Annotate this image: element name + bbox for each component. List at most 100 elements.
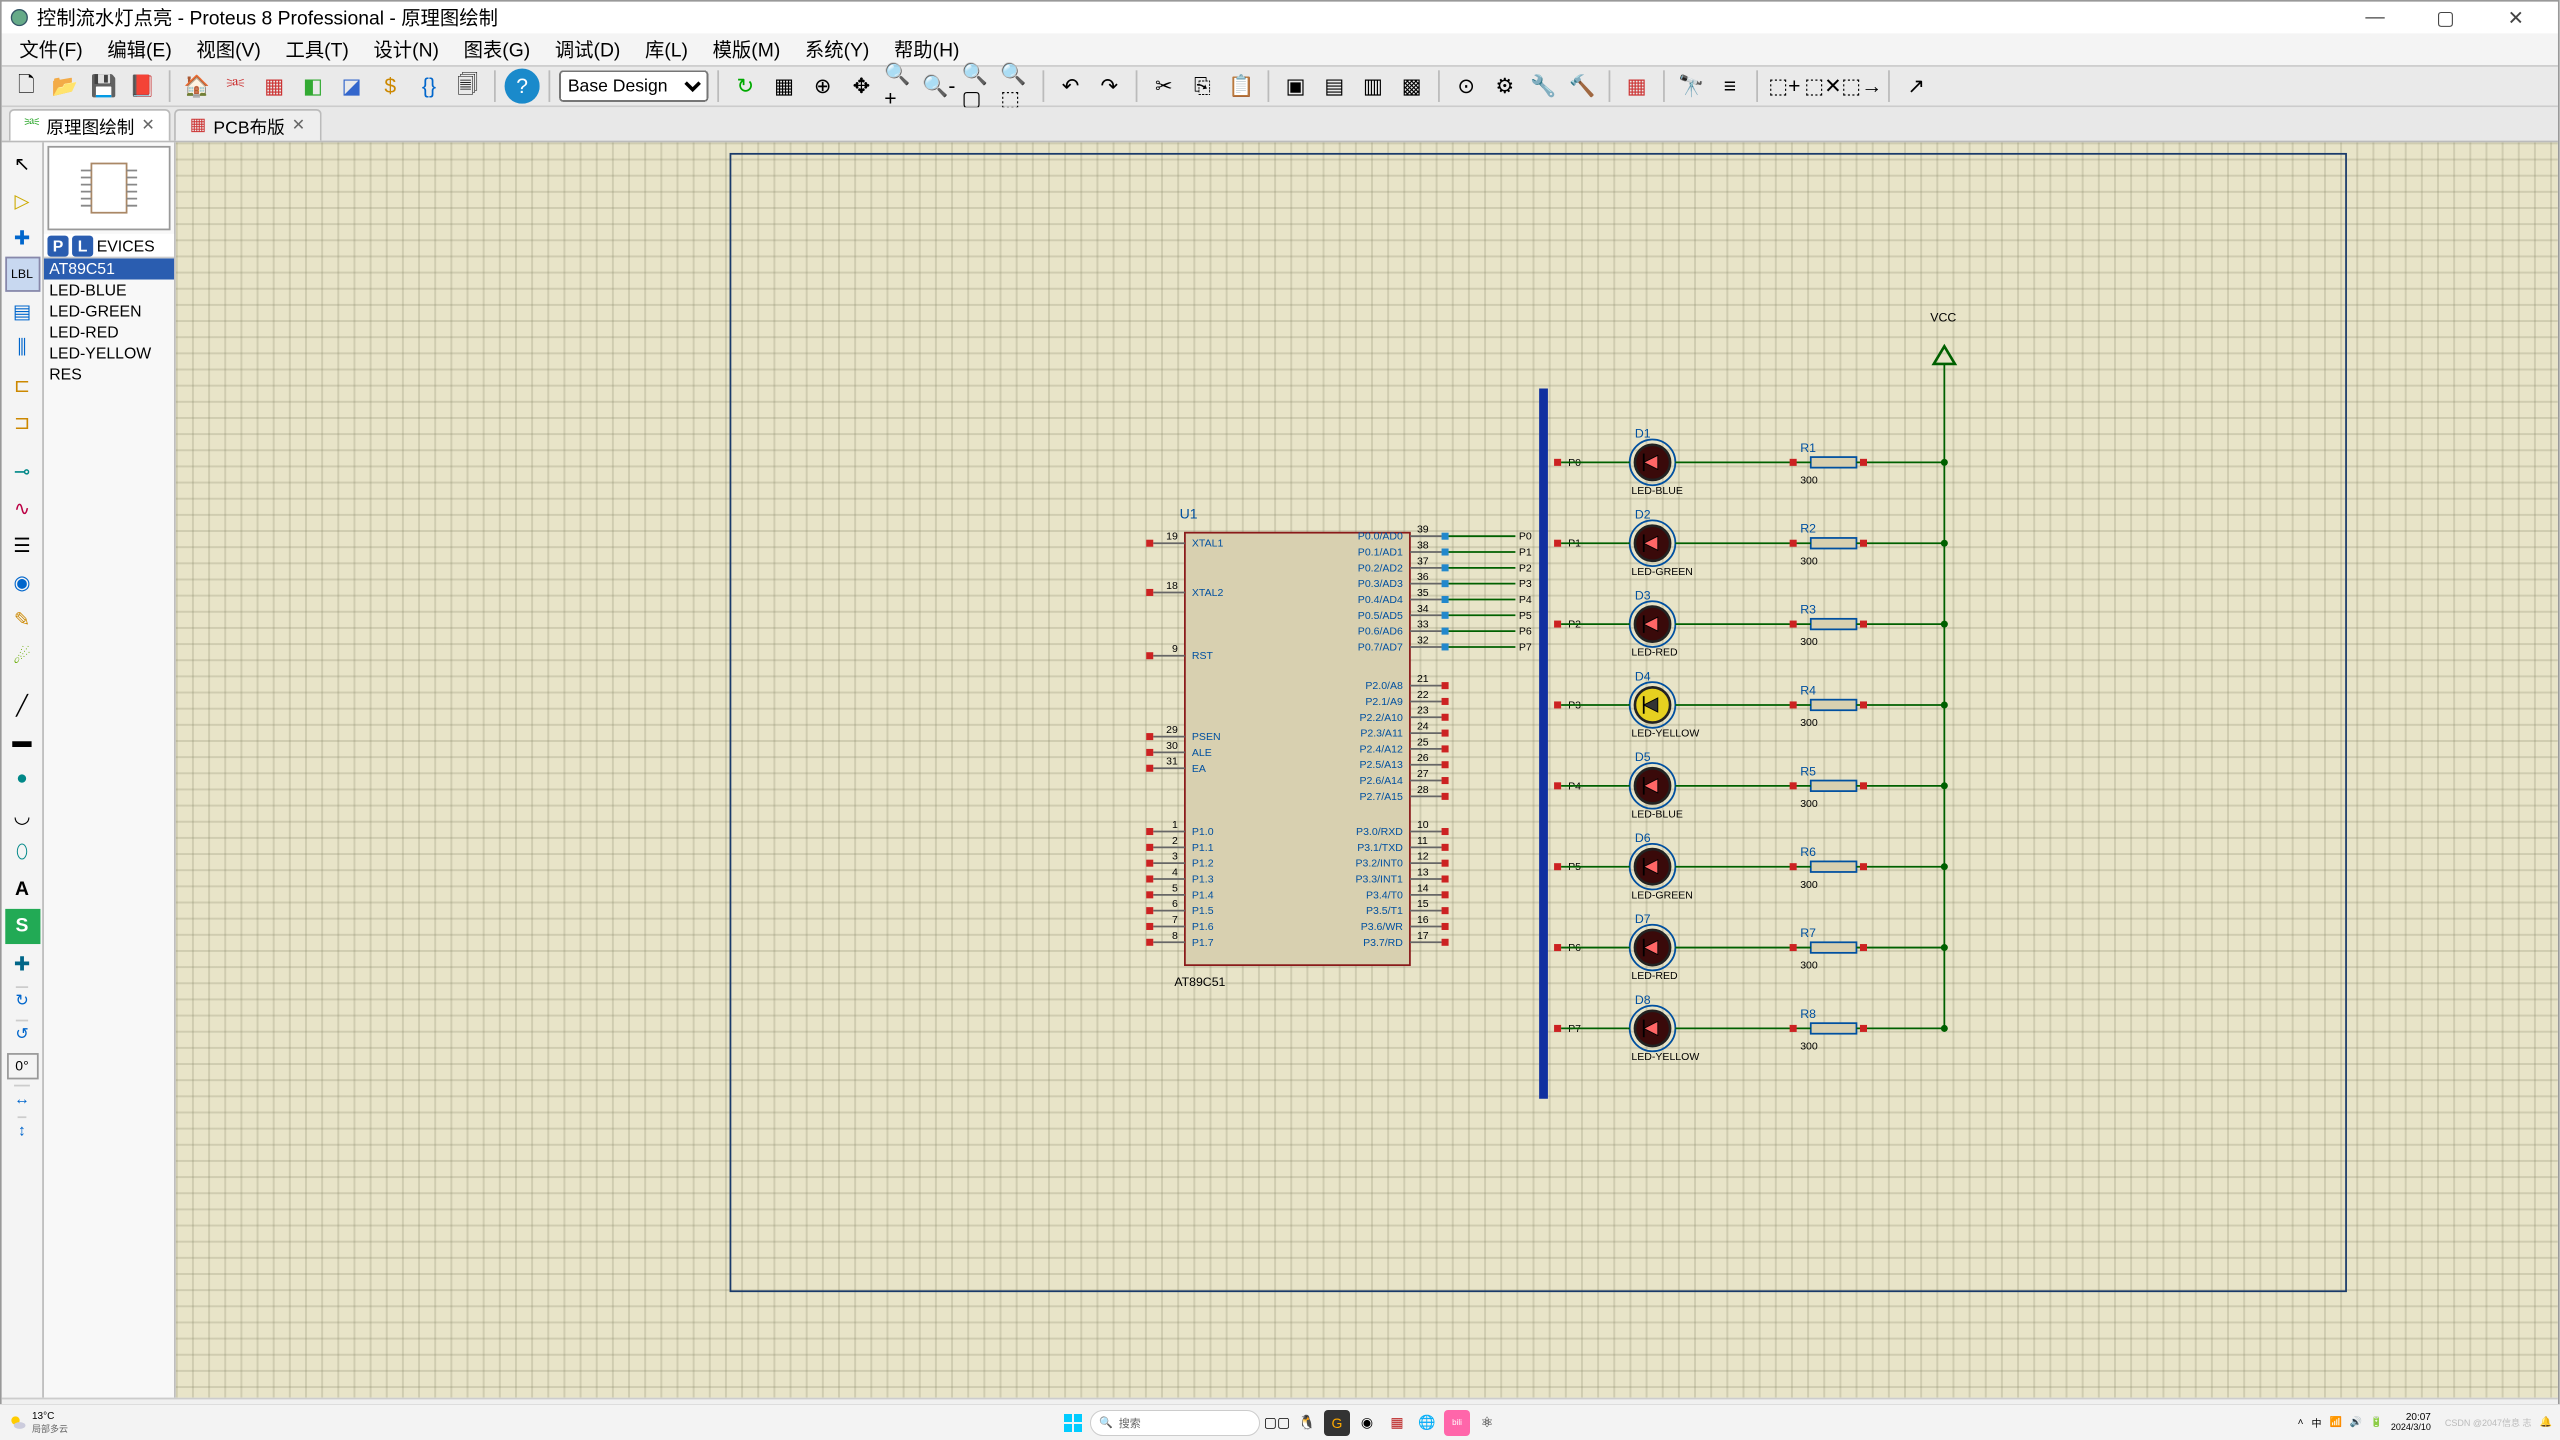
- find-button[interactable]: 🔭: [1674, 69, 1709, 104]
- device-list[interactable]: AT89C51LED-BLUELED-GREENLED-REDLED-YELLO…: [44, 258, 174, 1397]
- close-tab-icon[interactable]: ✕: [292, 116, 305, 135]
- zoom-area-button[interactable]: 🔍⬚: [999, 69, 1034, 104]
- 3d-button[interactable]: ◧: [295, 69, 330, 104]
- menu-item[interactable]: 模版(M): [702, 35, 791, 63]
- notes-button[interactable]: 🗐: [450, 69, 485, 104]
- decompose-button[interactable]: 🔨: [1565, 69, 1600, 104]
- block-move-button[interactable]: ▤: [1317, 69, 1352, 104]
- close-tab-icon[interactable]: ✕: [141, 116, 154, 135]
- weather-widget[interactable]: 13°C局部多云: [8, 1411, 68, 1435]
- pick-button[interactable]: ⊙: [1449, 69, 1484, 104]
- new-sheet-button[interactable]: ⬚+: [1767, 69, 1802, 104]
- component-tool[interactable]: ▷: [4, 183, 39, 218]
- gerber-button[interactable]: ◪: [334, 69, 369, 104]
- pcb-button[interactable]: ▦: [257, 69, 292, 104]
- device-item[interactable]: AT89C51: [44, 258, 174, 279]
- tray-chevron-icon[interactable]: ˄: [2298, 1417, 2304, 1428]
- instrument-tool[interactable]: ☄: [4, 638, 39, 673]
- generator-tool[interactable]: ◉: [4, 564, 39, 599]
- app-proteus-icon[interactable]: ⚛: [1474, 1410, 1500, 1436]
- redraw-button[interactable]: ↻: [728, 69, 763, 104]
- rotate-cw-button[interactable]: ↻: [15, 986, 28, 1014]
- maximize-button[interactable]: ▢: [2410, 2, 2480, 34]
- bom-button[interactable]: $: [373, 69, 408, 104]
- notifications-icon[interactable]: 🔔: [2540, 1417, 2552, 1428]
- redo-button[interactable]: ↷: [1092, 69, 1127, 104]
- menu-item[interactable]: 图表(G): [453, 35, 541, 63]
- volume-icon[interactable]: 🔊: [2350, 1417, 2362, 1428]
- help-button[interactable]: ?: [505, 69, 540, 104]
- tape-tool[interactable]: ☰: [4, 527, 39, 562]
- symbol-tool[interactable]: S: [4, 909, 39, 944]
- minimize-button[interactable]: —: [2340, 2, 2410, 34]
- app-bili-icon[interactable]: bili: [1444, 1410, 1470, 1436]
- menu-item[interactable]: 库(L): [634, 35, 698, 63]
- taskview-button[interactable]: ▢▢: [1264, 1410, 1290, 1436]
- make-device-button[interactable]: ⚙: [1487, 69, 1522, 104]
- search-box[interactable]: 🔍搜索: [1090, 1410, 1260, 1436]
- menu-item[interactable]: 视图(V): [186, 35, 272, 63]
- block-delete-button[interactable]: ▩: [1394, 69, 1429, 104]
- probe-tool[interactable]: ✎: [4, 601, 39, 636]
- terminal-tool[interactable]: ⊐: [4, 404, 39, 439]
- del-sheet-button[interactable]: ⬚✕: [1805, 69, 1840, 104]
- mirror-y-button[interactable]: ↕: [18, 1116, 26, 1142]
- grid-button[interactable]: ▦: [766, 69, 801, 104]
- menu-item[interactable]: 工具(T): [275, 35, 359, 63]
- copy-button[interactable]: ⎘: [1185, 69, 1220, 104]
- paste-button[interactable]: 📋: [1224, 69, 1259, 104]
- menu-item[interactable]: 调试(D): [544, 35, 631, 63]
- open-button[interactable]: 📂: [47, 69, 82, 104]
- device-item[interactable]: LED-YELLOW: [44, 343, 174, 364]
- new-button[interactable]: 🗋: [9, 69, 44, 104]
- device-item[interactable]: LED-RED: [44, 322, 174, 343]
- subcircuit-tool[interactable]: ⊏: [4, 367, 39, 402]
- menu-item[interactable]: 设计(N): [363, 35, 450, 63]
- label-tool[interactable]: LBL: [4, 257, 39, 292]
- bus-tool[interactable]: ⫼: [4, 331, 39, 366]
- goto-sheet-button[interactable]: ⬚→: [1844, 69, 1879, 104]
- pick-parts-button[interactable]: P: [47, 235, 68, 256]
- block-copy-button[interactable]: ▣: [1278, 69, 1313, 104]
- device-item[interactable]: LED-GREEN: [44, 301, 174, 322]
- start-button[interactable]: [1060, 1410, 1086, 1436]
- design-explorer-button[interactable]: ▦: [1619, 69, 1654, 104]
- menu-item[interactable]: 系统(Y): [794, 35, 880, 63]
- code-button[interactable]: {}: [411, 69, 446, 104]
- box-tool[interactable]: ▬: [4, 724, 39, 759]
- mirror-x-button[interactable]: ↔: [14, 1085, 30, 1111]
- app-g-icon[interactable]: G: [1324, 1410, 1350, 1436]
- zoom-out-button[interactable]: 🔍-: [921, 69, 956, 104]
- circle-tool[interactable]: ●: [4, 761, 39, 796]
- pin-tool[interactable]: ⊸: [4, 454, 39, 489]
- close-button[interactable]: ✕: [2481, 2, 2551, 34]
- property-button[interactable]: ≡: [1712, 69, 1747, 104]
- app-edge-icon[interactable]: 🌐: [1414, 1410, 1440, 1436]
- schematic-button[interactable]: ⎃: [218, 69, 253, 104]
- selection-tool[interactable]: ↖: [4, 146, 39, 181]
- document-tab[interactable]: ⎃原理图绘制✕: [9, 109, 171, 141]
- origin-button[interactable]: ⊕: [805, 69, 840, 104]
- marker-tool[interactable]: ✚: [4, 946, 39, 981]
- document-tab[interactable]: ▦PCB布版✕: [174, 109, 321, 141]
- zoom-all-button[interactable]: 🔍▢: [960, 69, 995, 104]
- zoom-in-button[interactable]: 🔍+: [883, 69, 918, 104]
- save-button[interactable]: 💾: [86, 69, 121, 104]
- undo-button[interactable]: ↶: [1053, 69, 1088, 104]
- text-tool[interactable]: ▤: [4, 294, 39, 329]
- app-qq-icon[interactable]: 🐧: [1294, 1410, 1320, 1436]
- menu-item[interactable]: 帮助(H): [883, 35, 970, 63]
- packaging-button[interactable]: 🔧: [1526, 69, 1561, 104]
- rotate-ccw-button[interactable]: ↺: [15, 1020, 28, 1048]
- schematic-canvas[interactable]: U1AT89C5119XTAL118XTAL29RST29PSEN30ALE31…: [176, 142, 2558, 1397]
- home-button[interactable]: 🏠: [179, 69, 214, 104]
- battery-icon[interactable]: 🔋: [2370, 1417, 2382, 1428]
- exit-button[interactable]: ↗: [1899, 69, 1934, 104]
- graph-tool[interactable]: ∿: [4, 490, 39, 525]
- device-item[interactable]: LED-BLUE: [44, 280, 174, 301]
- path-tool[interactable]: ⬯: [4, 835, 39, 870]
- device-item[interactable]: RES: [44, 364, 174, 385]
- pick-libs-button[interactable]: L: [72, 235, 93, 256]
- ime-icon[interactable]: 中: [2311, 1415, 2321, 1430]
- block-rotate-button[interactable]: ▥: [1355, 69, 1390, 104]
